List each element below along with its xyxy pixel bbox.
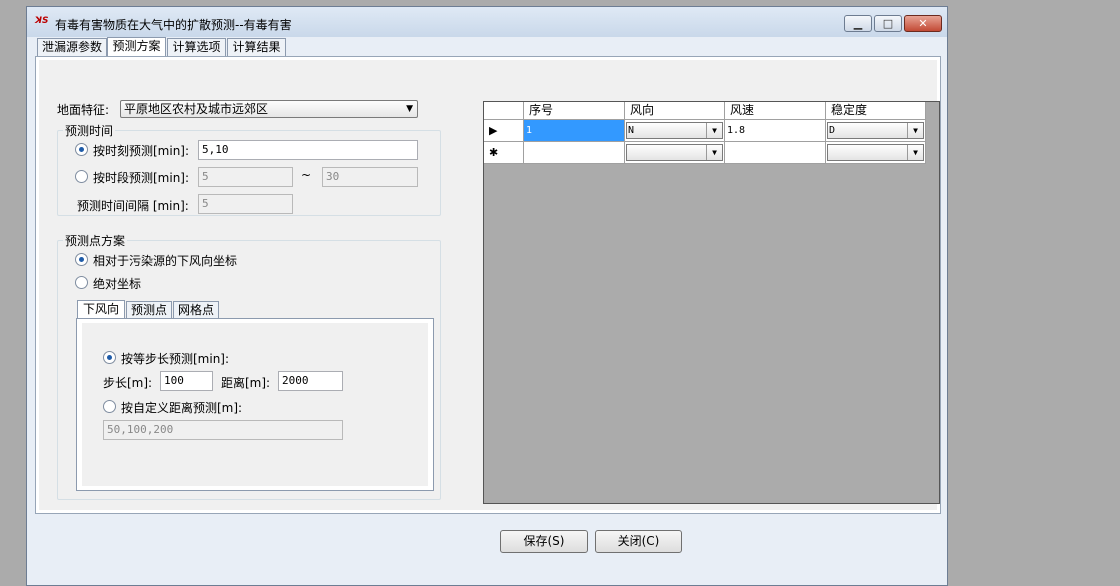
period-separator: ~ [301,168,312,182]
equal-step-label: 按等步长预测[min]: [121,352,230,366]
ground-label: 地面特征: [57,103,110,117]
period-radio[interactable] [75,170,88,183]
relative-coords-radio[interactable] [75,253,88,266]
row-marker-new[interactable]: ✱ [484,142,524,164]
chevron-down-icon: ▼ [406,104,413,114]
tab-prediction-plan[interactable]: 预测方案 [107,37,166,56]
ground-select[interactable]: 平原地区农村及城市远郊区 ▼ [120,100,418,118]
interval-input[interactable]: 5 [198,194,293,214]
stability-select-value: D [829,125,836,136]
new-cell-direction[interactable]: ▼ [625,142,725,164]
new-stability-select[interactable]: ▼ [827,144,924,161]
absolute-coords-label: 绝对坐标 [93,277,142,291]
period-end-input[interactable]: 30 [322,167,418,187]
title-bar[interactable]: ꓘS 有毒有害物质在大气中的扩散预测--有毒有害 ▁ □ ✕ [27,7,947,37]
interval-label: 预测时间间隔 [min]: [77,199,189,213]
chevron-down-icon: ▼ [706,145,722,160]
period-start-input[interactable]: 5 [198,167,293,187]
minimize-button[interactable]: ▁ [844,15,872,32]
relative-coords-label: 相对于污染源的下风向坐标 [93,254,238,268]
moment-radio[interactable] [75,143,88,156]
maximize-button[interactable]: □ [874,15,902,32]
grid-header-stability[interactable]: 稳定度 [826,102,926,120]
new-cell-seq[interactable] [524,142,625,164]
moment-input[interactable]: 5,10 [198,140,418,160]
custom-distance-radio[interactable] [103,400,116,413]
custom-distance-label: 按自定义距离预测[m]: [121,401,243,415]
prediction-plan-panel: 地面特征: 平原地区农村及城市远郊区 ▼ 预测时间 按时刻预测[min]: 5,… [39,60,940,510]
tab-calc-options[interactable]: 计算选项 [167,38,226,56]
save-button[interactable]: 保存(S) [500,530,588,553]
grid-header-direction[interactable]: 风向 [625,102,725,120]
wind-data-grid: 序号 风向 风速 稳定度 ▶ 1 N ▼ 1.8 D ▼ ✱ ▼ ▼ [483,101,940,504]
row-marker-current[interactable]: ▶ [484,120,524,142]
grid-corner [484,102,524,120]
tab-content-panel: 地面特征: 平原地区农村及城市远郊区 ▼ 预测时间 按时刻预测[min]: 5,… [35,56,941,514]
chevron-down-icon: ▼ [907,123,923,138]
distance-label: 距离[m]: [221,376,271,390]
cell-stability[interactable]: D ▼ [826,120,926,142]
new-cell-stability[interactable]: ▼ [826,142,926,164]
new-cell-speed[interactable] [725,142,826,164]
subtab-downwind[interactable]: 下风向 [77,300,125,319]
chevron-down-icon: ▼ [907,145,923,160]
period-label: 按时段预测[min]: [93,171,190,185]
subtab-grid-points[interactable]: 网格点 [173,301,219,319]
tab-calc-results[interactable]: 计算结果 [227,38,286,56]
app-icon: ꓘS [35,16,49,26]
prediction-point-title: 预测点方案 [63,232,128,249]
close-button[interactable]: 关闭(C) [595,530,682,553]
moment-label: 按时刻预测[min]: [93,144,190,158]
direction-select[interactable]: N ▼ [626,122,723,139]
new-direction-select[interactable]: ▼ [626,144,723,161]
custom-distance-input[interactable]: 50,100,200 [103,420,343,440]
prediction-time-title: 预测时间 [63,122,116,139]
ground-select-value: 平原地区农村及城市远郊区 [124,102,269,116]
absolute-coords-radio[interactable] [75,276,88,289]
window-title: 有毒有害物质在大气中的扩散预测--有毒有害 [55,18,292,32]
stability-select[interactable]: D ▼ [827,122,924,139]
grid-header-seq[interactable]: 序号 [524,102,625,120]
subtab-prediction-points[interactable]: 预测点 [126,301,172,319]
tab-source-params[interactable]: 泄漏源参数 [37,38,107,56]
cell-speed[interactable]: 1.8 [725,120,826,142]
chevron-down-icon: ▼ [706,123,722,138]
step-input[interactable]: 100 [160,371,213,391]
distance-input[interactable]: 2000 [278,371,343,391]
main-window: ꓘS 有毒有害物质在大气中的扩散预测--有毒有害 ▁ □ ✕ 泄漏源参数 预测方… [26,6,948,586]
equal-step-radio[interactable] [103,351,116,364]
close-window-button[interactable]: ✕ [904,15,942,32]
cell-seq[interactable]: 1 [524,120,625,142]
grid-header-speed[interactable]: 风速 [725,102,826,120]
direction-select-value: N [628,125,635,136]
cell-direction[interactable]: N ▼ [625,120,725,142]
step-label: 步长[m]: [103,376,153,390]
